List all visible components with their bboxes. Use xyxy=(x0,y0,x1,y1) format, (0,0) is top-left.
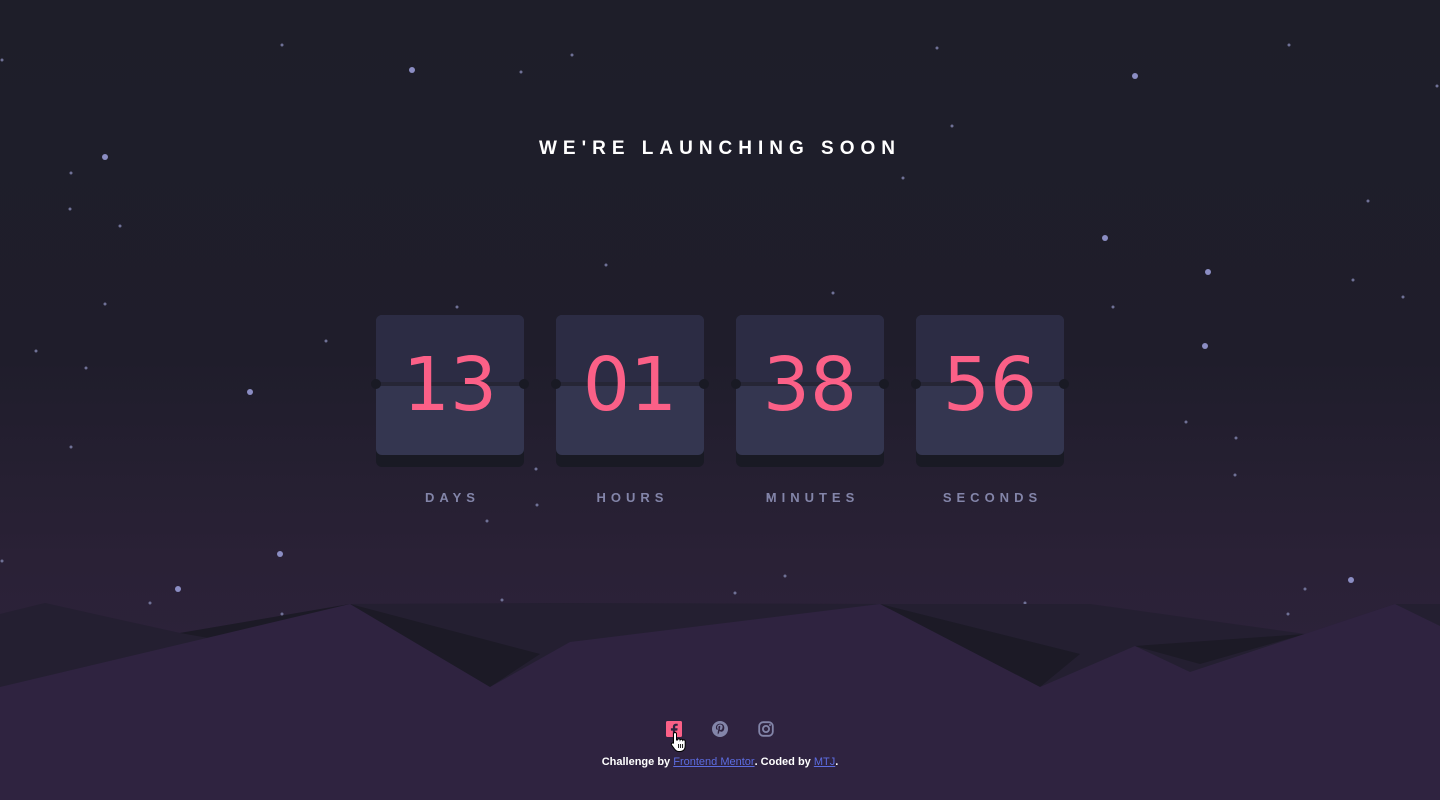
page-title: WE'RE LAUNCHING SOON xyxy=(538,138,902,159)
flip-card-hours: 01 xyxy=(551,315,709,467)
days-label: DAYS xyxy=(425,490,480,505)
hand-pointer-cursor-icon xyxy=(670,731,686,752)
countdown-timer: 13 DAYS 01 HOURS 38 MINUTES 56 SECONDS xyxy=(371,315,1069,505)
attribution-suffix: . xyxy=(835,756,839,768)
seconds-value: 56 xyxy=(942,342,1038,428)
attribution-middle: . Coded by xyxy=(754,756,814,768)
attribution: Challenge by Frontend Mentor. Coded by M… xyxy=(0,756,1440,768)
countdown-unit-hours: 01 HOURS xyxy=(551,315,709,505)
mountain-hills-background xyxy=(0,603,1440,800)
flip-card-seconds: 56 xyxy=(911,315,1069,467)
attribution-prefix: Challenge by xyxy=(601,756,674,768)
author-link[interactable]: MTJ xyxy=(814,756,835,768)
minutes-value: 38 xyxy=(762,342,858,428)
countdown-unit-days: 13 DAYS xyxy=(371,315,529,505)
flip-card-days: 13 xyxy=(371,315,529,467)
days-value: 13 xyxy=(402,342,498,428)
frontend-mentor-link[interactable]: Frontend Mentor xyxy=(673,756,754,768)
instagram-icon[interactable] xyxy=(756,719,776,739)
hours-value: 01 xyxy=(582,342,678,428)
seconds-label: SECONDS xyxy=(942,490,1043,505)
minutes-label: MINUTES xyxy=(765,490,860,505)
hours-label: HOURS xyxy=(596,490,669,505)
countdown-unit-seconds: 56 SECONDS xyxy=(911,315,1069,505)
pinterest-icon[interactable] xyxy=(710,719,730,739)
flip-card-minutes: 38 xyxy=(731,315,889,467)
countdown-unit-minutes: 38 MINUTES xyxy=(731,315,889,505)
